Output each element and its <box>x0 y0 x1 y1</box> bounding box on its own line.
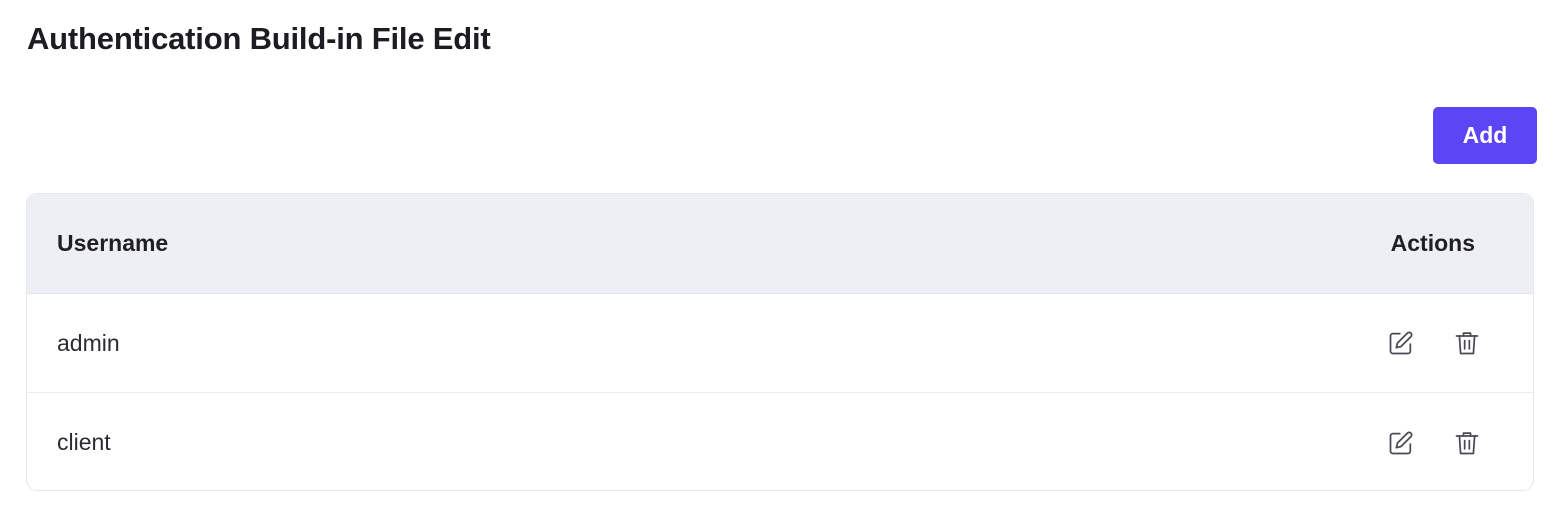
add-button[interactable]: Add <box>1433 107 1537 164</box>
row-actions <box>1385 327 1483 359</box>
row-actions <box>1385 427 1483 459</box>
column-header-username: Username <box>57 230 169 256</box>
edit-icon[interactable] <box>1385 327 1417 359</box>
trash-icon[interactable] <box>1451 427 1483 459</box>
table-row: client <box>27 393 1533 490</box>
trash-icon[interactable] <box>1451 327 1483 359</box>
page-title: Authentication Build-in File Edit <box>27 21 491 56</box>
username-cell: admin <box>57 329 120 356</box>
table-row: admin <box>27 294 1533 393</box>
users-table: Username Actions admin client <box>26 193 1534 491</box>
edit-icon[interactable] <box>1385 427 1417 459</box>
column-header-actions: Actions <box>1390 230 1475 256</box>
table-header: Username Actions <box>27 194 1533 294</box>
username-cell: client <box>57 429 111 455</box>
